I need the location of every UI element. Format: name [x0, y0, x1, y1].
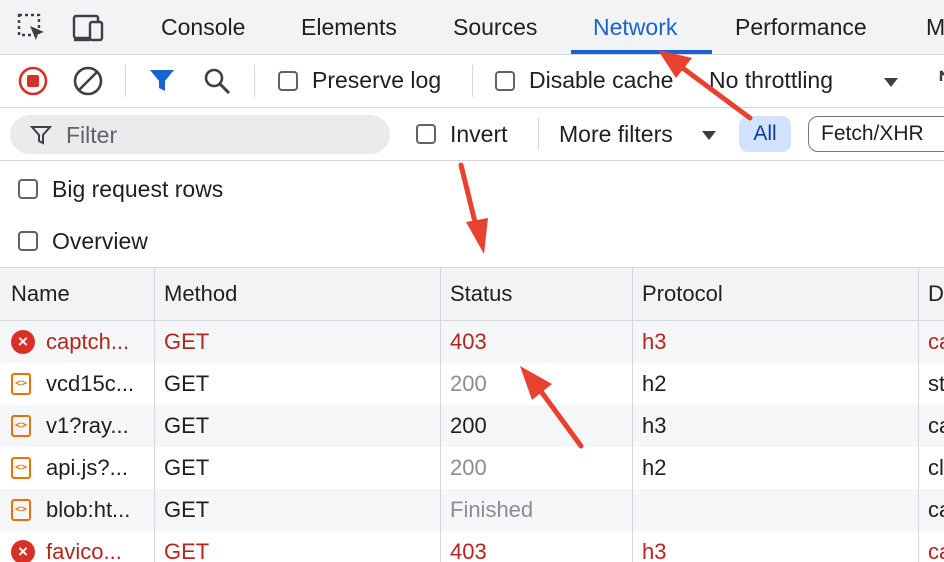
cell-protocol: h3: [642, 329, 667, 354]
toolbar-divider: [254, 65, 255, 97]
table-row[interactable]: <> api.js?... GET 200 h2 cl: [0, 447, 944, 489]
tab-network[interactable]: Network: [593, 0, 677, 54]
network-request-table: Name Method Status Protocol D × captch...…: [0, 268, 944, 562]
cell-domain: ca: [928, 539, 944, 562]
cell-protocol: h2: [642, 455, 667, 480]
table-header: Name Method Status Protocol D: [0, 268, 944, 321]
cell-method: GET: [164, 413, 210, 438]
error-icon: ×: [11, 330, 35, 354]
filter-placeholder: Filter: [66, 122, 118, 148]
column-divider[interactable]: [918, 268, 919, 562]
cell-protocol: h3: [642, 413, 667, 438]
cell-name: api.js?...: [46, 455, 128, 480]
device-toolbar-icon[interactable]: [72, 12, 106, 44]
script-icon: <>: [11, 499, 31, 521]
column-divider[interactable]: [632, 268, 633, 562]
cell-status: 200: [450, 455, 487, 480]
tab-elements[interactable]: Elements: [301, 0, 397, 54]
column-header-name[interactable]: Name: [11, 268, 70, 320]
column-header-method[interactable]: Method: [164, 268, 237, 320]
preserve-log-label: Preserve log: [312, 67, 442, 93]
inspect-element-icon[interactable]: [16, 12, 48, 44]
filter-funnel-icon: [29, 124, 53, 146]
cell-protocol: h3: [642, 539, 667, 562]
error-icon: ×: [11, 540, 35, 562]
disable-cache-checkbox[interactable]: [495, 71, 515, 91]
filter-input[interactable]: Filter: [10, 115, 390, 154]
overview-checkbox[interactable]: [18, 231, 38, 251]
devtools-tab-bar: Console Elements Sources Network Perform…: [0, 0, 944, 55]
invert-label: Invert: [450, 121, 508, 147]
cell-status: 200: [450, 371, 487, 396]
table-row[interactable]: × captch... GET 403 h3 ca: [0, 321, 944, 363]
tab-console[interactable]: Console: [161, 0, 245, 54]
chevron-down-icon[interactable]: [700, 128, 718, 142]
cell-domain: ca: [928, 497, 944, 522]
filter-bar: Filter Invert More filters All Fetch/XHR: [0, 108, 944, 161]
table-row[interactable]: <> v1?ray... GET 200 h3 ca: [0, 405, 944, 447]
cell-domain: ca: [928, 329, 944, 354]
search-icon[interactable]: [202, 66, 232, 96]
big-request-rows-checkbox[interactable]: [18, 179, 38, 199]
table-row[interactable]: <> blob:ht... GET Finished ca: [0, 489, 944, 531]
cell-method: GET: [164, 371, 210, 396]
tab-performance[interactable]: Performance: [735, 0, 867, 54]
cell-name: vcd15c...: [46, 371, 135, 396]
big-request-rows-label: Big request rows: [52, 176, 224, 202]
record-stop-icon[interactable]: [17, 65, 49, 97]
invert-checkbox[interactable]: [416, 124, 436, 144]
cell-name: captch...: [46, 329, 130, 354]
active-tab-indicator: [571, 50, 712, 54]
filter-funnel-icon[interactable]: [148, 67, 176, 95]
cell-method: GET: [164, 455, 210, 480]
toolbar-divider: [125, 65, 126, 97]
column-header-protocol[interactable]: Protocol: [642, 268, 723, 320]
cell-method: GET: [164, 329, 210, 354]
column-header-status[interactable]: Status: [450, 268, 512, 320]
column-header-domain[interactable]: D: [928, 268, 944, 320]
table-row[interactable]: × favico... GET 403 h3 ca: [0, 531, 944, 562]
cell-domain: ca: [928, 413, 944, 438]
tab-memory[interactable]: M: [926, 0, 944, 54]
cell-name: v1?ray...: [46, 413, 129, 438]
clear-icon[interactable]: [72, 65, 104, 97]
table-row[interactable]: <> vcd15c... GET 200 h2 st: [0, 363, 944, 405]
cell-name: favico...: [46, 539, 122, 562]
cell-status: Finished: [450, 497, 534, 522]
cell-method: GET: [164, 539, 210, 562]
cell-status: 200: [450, 413, 487, 438]
script-icon: <>: [11, 457, 31, 479]
overview-label: Overview: [52, 228, 148, 254]
column-divider[interactable]: [440, 268, 441, 562]
tab-sources[interactable]: Sources: [453, 0, 537, 54]
table-body: × captch... GET 403 h3 ca <> vcd15c... GET 200 h2 s…: [0, 321, 944, 562]
fetch-xhr-filter-chip[interactable]: Fetch/XHR: [808, 116, 944, 152]
script-icon: <>: [11, 373, 31, 395]
cell-status: 403: [450, 329, 487, 354]
cell-status: 403: [450, 539, 487, 562]
cell-domain: st: [928, 371, 944, 396]
toolbar-divider: [538, 118, 539, 150]
cell-method: GET: [164, 497, 210, 522]
script-icon: <>: [11, 415, 31, 437]
network-toolbar: Preserve log Disable cache No throttling: [0, 55, 944, 108]
disable-cache-label: Disable cache: [529, 67, 674, 93]
all-filter-chip[interactable]: All: [739, 116, 791, 152]
column-divider[interactable]: [154, 268, 155, 562]
network-settings-options: Big request rows Overview: [0, 161, 944, 268]
toolbar-divider: [472, 65, 473, 97]
cell-domain: cl: [928, 455, 944, 480]
cell-protocol: h2: [642, 371, 667, 396]
network-conditions-icon[interactable]: [934, 67, 944, 95]
chevron-down-icon[interactable]: [882, 75, 900, 89]
throttling-select[interactable]: No throttling: [709, 67, 833, 94]
preserve-log-checkbox[interactable]: [278, 71, 298, 91]
cell-name: blob:ht...: [46, 497, 131, 522]
more-filters-dropdown[interactable]: More filters: [559, 121, 673, 148]
